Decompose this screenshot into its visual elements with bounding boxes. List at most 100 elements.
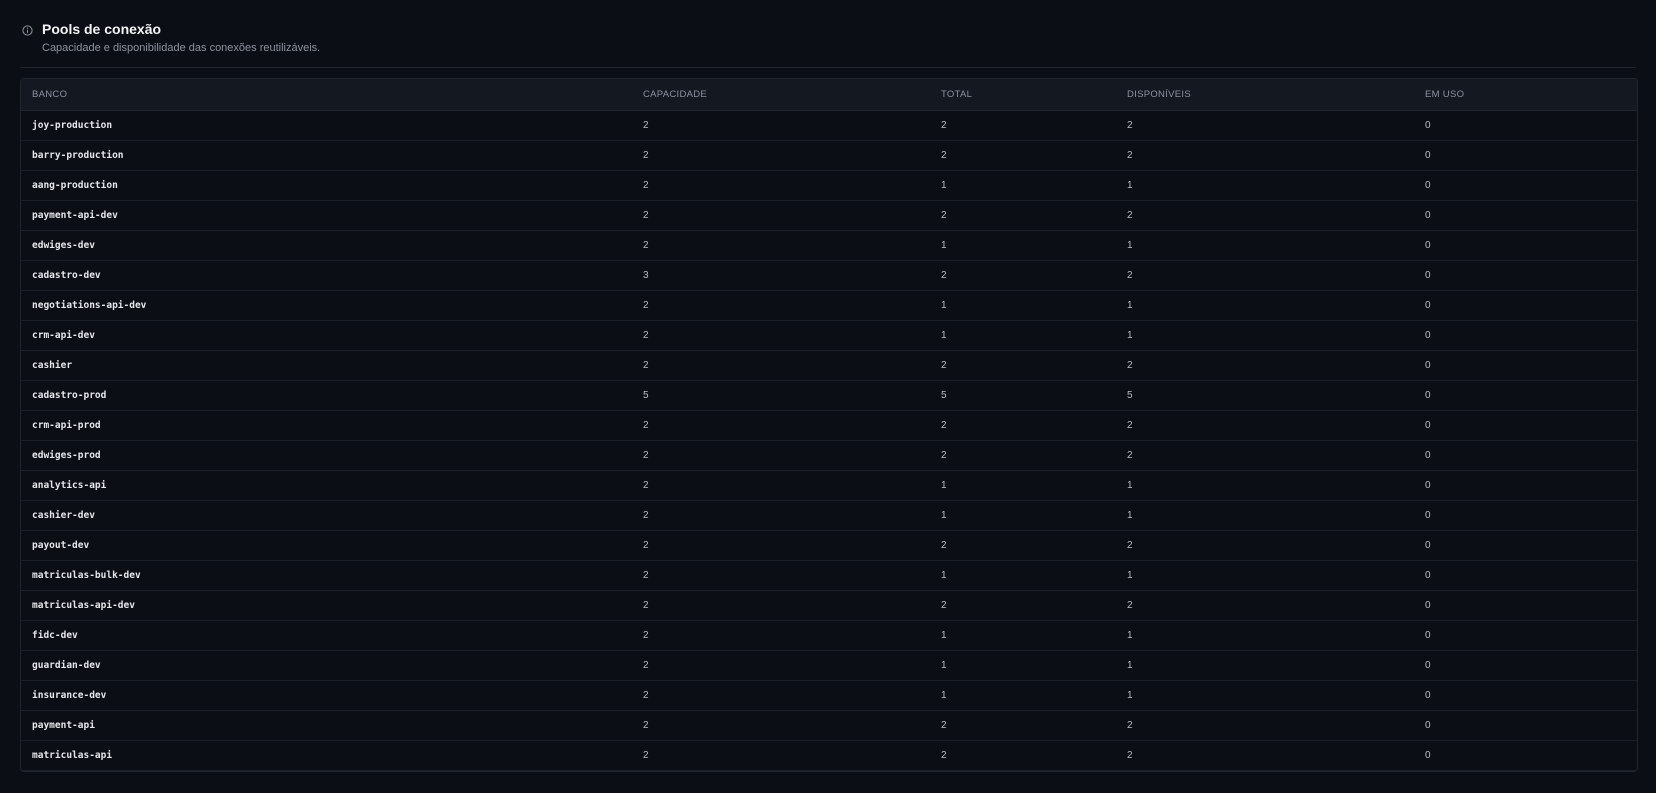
cell-disponiveis: 1	[1127, 569, 1133, 581]
cell-total: 2	[941, 539, 947, 551]
cell-total: 2	[941, 269, 947, 281]
cell-disponiveis: 1	[1127, 659, 1133, 671]
cell-disponiveis: 2	[1127, 149, 1133, 161]
column-header-total[interactable]: TOTAL	[930, 79, 1116, 111]
cell-banco: cadastro-dev	[32, 269, 101, 281]
cell-disponiveis: 2	[1127, 359, 1133, 371]
table-row: payment-api 2 2 2 0	[21, 710, 1637, 740]
cell-disponiveis: 2	[1127, 419, 1133, 431]
cell-capacidade: 2	[643, 599, 649, 611]
column-header-em-uso[interactable]: EM USO	[1414, 79, 1637, 111]
cell-banco: payment-api-dev	[32, 209, 118, 221]
cell-em-uso: 0	[1425, 449, 1431, 461]
cell-capacidade: 2	[643, 479, 649, 491]
cell-banco: matriculas-api	[32, 749, 113, 761]
cell-banco: matriculas-bulk-dev	[32, 569, 141, 581]
cell-total: 2	[941, 599, 947, 611]
cell-em-uso: 0	[1425, 569, 1431, 581]
cell-total: 5	[941, 389, 947, 401]
cell-capacidade: 2	[643, 689, 649, 701]
cell-total: 2	[941, 119, 947, 131]
cell-em-uso: 0	[1425, 719, 1431, 731]
cell-banco: negotiations-api-dev	[32, 299, 147, 311]
cell-capacidade: 2	[643, 119, 649, 131]
cell-total: 1	[941, 659, 947, 671]
cell-em-uso: 0	[1425, 179, 1431, 191]
cell-capacidade: 2	[643, 179, 649, 191]
cell-total: 2	[941, 419, 947, 431]
cell-disponiveis: 2	[1127, 719, 1133, 731]
table-row: crm-api-dev 2 1 1 0	[21, 320, 1637, 350]
cell-disponiveis: 1	[1127, 509, 1133, 521]
table-row: fidc-dev 2 1 1 0	[21, 620, 1637, 650]
cell-total: 1	[941, 689, 947, 701]
table-row: payout-dev 2 2 2 0	[21, 530, 1637, 560]
cell-banco: cashier-dev	[32, 509, 95, 521]
connection-pools-page: Pools de conexão Capacidade e disponibil…	[0, 0, 1656, 793]
cell-banco: crm-api-dev	[32, 329, 95, 341]
cell-capacidade: 5	[643, 389, 649, 401]
table-row: negotiations-api-dev 2 1 1 0	[21, 290, 1637, 320]
cell-total: 1	[941, 239, 947, 251]
cell-em-uso: 0	[1425, 749, 1431, 761]
cell-total: 1	[941, 629, 947, 641]
table-row: matriculas-api 2 2 2 0	[21, 740, 1637, 770]
page-subtitle: Capacidade e disponibilidade das conexõe…	[42, 42, 321, 54]
table-row: analytics-api 2 1 1 0	[21, 470, 1637, 500]
cell-em-uso: 0	[1425, 479, 1431, 491]
cell-capacidade: 2	[643, 719, 649, 731]
info-icon	[22, 23, 33, 36]
table-row: guardian-dev 2 1 1 0	[21, 650, 1637, 680]
cell-banco: fidc-dev	[32, 629, 78, 641]
cell-total: 1	[941, 569, 947, 581]
pools-table-container: BANCO CAPACIDADE TOTAL DISPONÍVEIS EM US…	[20, 78, 1638, 772]
cell-em-uso: 0	[1425, 269, 1431, 281]
cell-capacidade: 2	[643, 149, 649, 161]
cell-total: 1	[941, 179, 947, 191]
column-header-capacidade[interactable]: CAPACIDADE	[632, 79, 930, 111]
cell-em-uso: 0	[1425, 509, 1431, 521]
cell-capacidade: 2	[643, 359, 649, 371]
pools-table: BANCO CAPACIDADE TOTAL DISPONÍVEIS EM US…	[21, 79, 1637, 771]
cell-banco: analytics-api	[32, 479, 107, 491]
cell-disponiveis: 2	[1127, 269, 1133, 281]
cell-disponiveis: 1	[1127, 299, 1133, 311]
cell-disponiveis: 1	[1127, 689, 1133, 701]
cell-disponiveis: 2	[1127, 599, 1133, 611]
cell-em-uso: 0	[1425, 689, 1431, 701]
cell-em-uso: 0	[1425, 389, 1431, 401]
table-row: matriculas-api-dev 2 2 2 0	[21, 590, 1637, 620]
column-header-disponiveis[interactable]: DISPONÍVEIS	[1116, 79, 1414, 111]
cell-em-uso: 0	[1425, 629, 1431, 641]
cell-total: 2	[941, 359, 947, 371]
cell-em-uso: 0	[1425, 209, 1431, 221]
column-header-banco[interactable]: BANCO	[21, 79, 632, 111]
table-row: payment-api-dev 2 2 2 0	[21, 200, 1637, 230]
cell-em-uso: 0	[1425, 299, 1431, 311]
header-divider	[20, 67, 1636, 68]
section-header: Pools de conexão Capacidade e disponibil…	[22, 20, 320, 55]
cell-disponiveis: 2	[1127, 749, 1133, 761]
cell-banco: crm-api-prod	[32, 419, 101, 431]
table-row: barry-production 2 2 2 0	[21, 140, 1637, 170]
cell-disponiveis: 2	[1127, 209, 1133, 221]
cell-disponiveis: 2	[1127, 449, 1133, 461]
cell-em-uso: 0	[1425, 359, 1431, 371]
cell-disponiveis: 2	[1127, 119, 1133, 131]
cell-capacidade: 2	[643, 449, 649, 461]
cell-total: 2	[941, 749, 947, 761]
table-row: aang-production 2 1 1 0	[21, 170, 1637, 200]
table-row: edwiges-prod 2 2 2 0	[21, 440, 1637, 470]
cell-capacidade: 2	[643, 419, 649, 431]
cell-banco: insurance-dev	[32, 689, 107, 701]
cell-em-uso: 0	[1425, 239, 1431, 251]
cell-total: 2	[941, 719, 947, 731]
cell-banco: edwiges-dev	[32, 239, 95, 251]
table-row: crm-api-prod 2 2 2 0	[21, 410, 1637, 440]
cell-banco: cadastro-prod	[32, 389, 107, 401]
cell-em-uso: 0	[1425, 419, 1431, 431]
cell-banco: payout-dev	[32, 539, 90, 551]
cell-em-uso: 0	[1425, 539, 1431, 551]
cell-disponiveis: 1	[1127, 479, 1133, 491]
cell-capacidade: 2	[643, 629, 649, 641]
